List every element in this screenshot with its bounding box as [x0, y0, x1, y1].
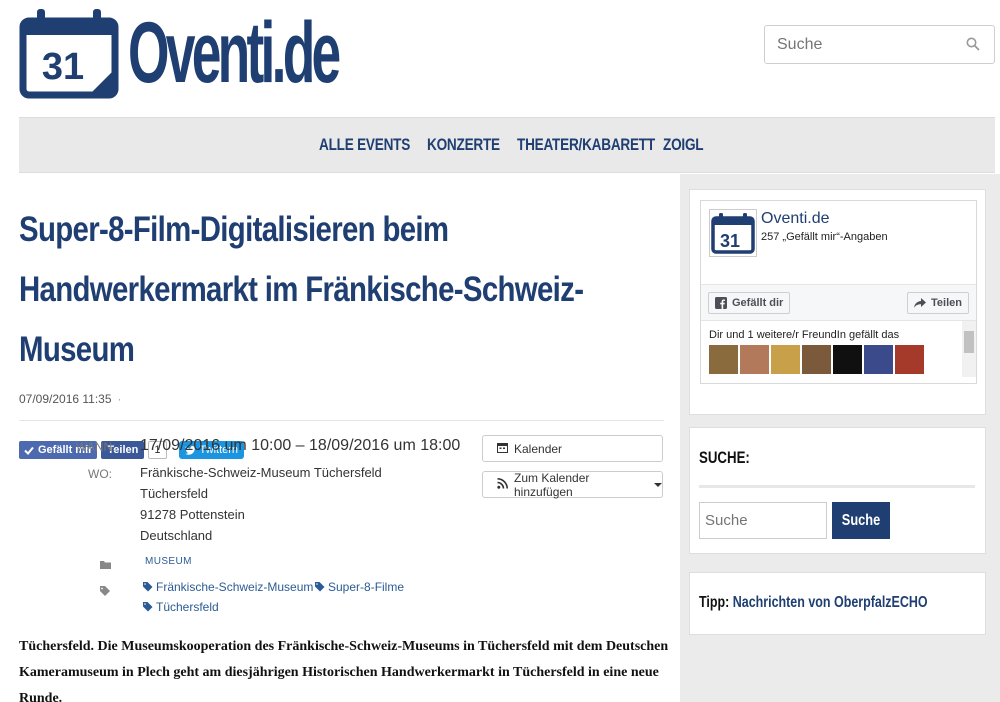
facebook-icon: [715, 297, 727, 309]
main-navigation: ALLE EVENTS KONZERTE THEATER/KABARETT ZO…: [19, 117, 995, 173]
where-line: Tüchersfeld: [140, 486, 208, 501]
tip-text: Tipp: Nachrichten von OberpfalzECHO: [699, 594, 928, 612]
rss-icon: [497, 477, 508, 492]
friend-avatar[interactable]: [833, 345, 862, 374]
checkmark-icon: [24, 446, 34, 455]
nav-item-theater-kabarett[interactable]: THEATER/KABARETT: [517, 135, 655, 155]
header-search: [764, 25, 995, 64]
fb-friend-avatars: [709, 345, 926, 374]
sidebar-search-input[interactable]: [699, 502, 827, 539]
where-label: WO:: [88, 467, 112, 481]
calendar-icon: [497, 442, 508, 456]
calendar-button[interactable]: Kalender: [482, 435, 663, 462]
when-label: WANN:: [76, 440, 116, 454]
friend-avatar[interactable]: [802, 345, 831, 374]
where-line: Fränkische-Schweiz-Museum Tüchersfeld: [140, 465, 382, 480]
facebook-page-widget: 31 Oventi.de 257 „Gefällt mir“-Angaben G…: [689, 189, 986, 415]
folder-icon: [100, 557, 112, 569]
friend-avatar[interactable]: [771, 345, 800, 374]
add-to-calendar-dropdown[interactable]: Zum Kalender hinzufügen: [482, 470, 663, 499]
post-date: 07/09/2016 11:35: [19, 392, 112, 406]
calendar-button-label: Kalender: [514, 441, 563, 456]
friend-avatar[interactable]: [740, 345, 769, 374]
page-avatar[interactable]: 31: [709, 209, 757, 257]
category-link-museum[interactable]: MUSEUM: [145, 556, 192, 567]
nav-item-konzerte[interactable]: KONZERTE: [427, 135, 500, 155]
where-value: Fränkische-Schweiz-Museum Tüchersfeld Tü…: [140, 462, 382, 546]
fb-share-page-button[interactable]: Teilen: [907, 292, 969, 314]
fb-page-name[interactable]: Oventi.de: [761, 210, 829, 228]
post-body: Tüchersfeld. Die Museumskooperation des …: [19, 639, 669, 702]
tag-link[interactable]: Tüchersfeld: [143, 600, 219, 614]
search-widget-title: SUCHE:: [699, 448, 750, 467]
sidebar-search-button[interactable]: Suche: [832, 502, 890, 539]
svg-text:31: 31: [720, 231, 740, 251]
facebook-page-plugin: 31 Oventi.de 257 „Gefällt mir“-Angaben G…: [700, 200, 977, 384]
meta-separator: ·: [117, 392, 122, 406]
scrollbar[interactable]: [962, 321, 976, 377]
tip-prefix: Tipp:: [699, 594, 730, 611]
post-meta: 07/09/2016 11:35 ·: [19, 392, 680, 406]
site-logo[interactable]: 31 Oventi.de: [19, 7, 466, 99]
sidebar-search-button-label: Suche: [841, 511, 881, 529]
fb-friends: Dir und 1 weitere/r FreundIn gefällt das: [701, 321, 976, 383]
friend-avatar[interactable]: [864, 345, 893, 374]
tags-icon: [100, 583, 112, 596]
tip-link[interactable]: Nachrichten von OberpfalzECHO: [733, 594, 928, 611]
tag-link[interactable]: Fränkische-Schweiz-Museum: [143, 580, 313, 594]
fb-like-page-button[interactable]: Gefällt dir: [708, 292, 791, 314]
tag-icon: [315, 582, 325, 592]
friend-avatar[interactable]: [709, 345, 738, 374]
tag-label: Tüchersfeld: [156, 600, 219, 614]
add-to-calendar-label: Zum Kalender hinzufügen: [514, 470, 590, 499]
header-search-input[interactable]: [765, 26, 955, 63]
logo-wordmark: Oventi.de: [128, 5, 341, 101]
sidebar: 31 Oventi.de 257 „Gefällt mir“-Angaben G…: [680, 174, 1000, 702]
nav-item-zoigl[interactable]: ZOIGL: [663, 135, 704, 155]
calendar-logo-icon: 31: [19, 7, 120, 99]
fb-page-header: 31 Oventi.de 257 „Gefällt mir“-Angaben: [701, 201, 976, 285]
tag-icon: [143, 582, 153, 592]
chevron-down-icon: [654, 482, 662, 487]
search-icon[interactable]: [966, 37, 980, 56]
post-title: Super-8-Film-Digitalisieren beim Handwer…: [19, 210, 584, 369]
scrollbar-thumb[interactable]: [964, 331, 974, 353]
divider: [699, 485, 975, 488]
main-content: Super-8-Film-Digitalisieren beim Handwer…: [19, 174, 680, 702]
svg-text:31: 31: [42, 46, 84, 88]
tip-widget: Tipp: Nachrichten von OberpfalzECHO: [689, 572, 986, 635]
search-widget: SUCHE: Suche: [689, 427, 986, 554]
friend-avatar[interactable]: [895, 345, 924, 374]
nav-item-alle-events[interactable]: ALLE EVENTS: [319, 135, 410, 155]
fb-like-page-label: Gefällt dir: [732, 297, 784, 309]
tag-label: Super-8-Filme: [328, 580, 405, 594]
tag-icon: [143, 602, 153, 612]
fb-page-likes: 257 „Gefällt mir“-Angaben: [761, 231, 888, 243]
share-arrow-icon: [914, 298, 927, 308]
when-value: 17/09/2016 um 10:00 – 18/09/2016 um 18:0…: [140, 437, 461, 454]
where-line: Deutschland: [140, 528, 213, 543]
divider: [19, 420, 664, 421]
fb-friends-text: Dir und 1 weitere/r FreundIn gefällt das: [709, 329, 900, 341]
tag-label: Fränkische-Schweiz-Museum: [156, 580, 314, 594]
where-line: 91278 Pottenstein: [140, 507, 245, 522]
fb-action-bar: Gefällt dir Teilen: [701, 285, 976, 321]
fb-share-page-label: Teilen: [931, 297, 962, 309]
tag-link[interactable]: Super-8-Filme: [315, 580, 404, 594]
